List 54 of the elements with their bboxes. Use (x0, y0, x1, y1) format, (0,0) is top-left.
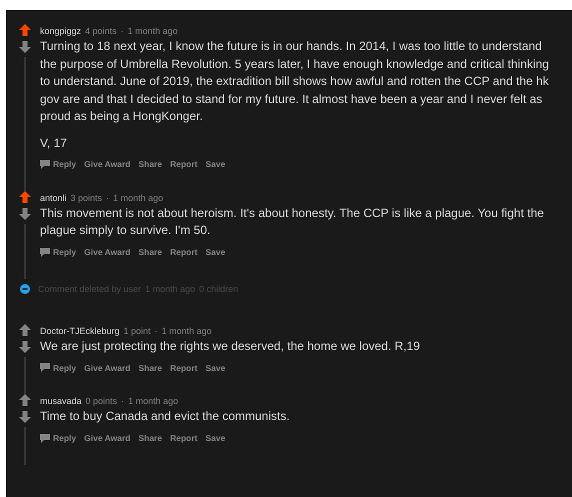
separator-dot: · (120, 25, 124, 38)
action-button[interactable]: Report (170, 432, 198, 444)
action-button[interactable]: Share (138, 362, 162, 374)
points-label: 1 point (124, 325, 151, 338)
timestamp: 1 month ago (128, 25, 178, 38)
separator-dot: · (106, 192, 110, 205)
points-label: 4 points (85, 25, 117, 38)
upvote-icon[interactable] (19, 24, 31, 37)
comment-text: V, 17 (40, 134, 68, 152)
username[interactable]: Doctor-TJEckleburg (40, 324, 120, 338)
reply-button[interactable]: Reply (40, 246, 76, 258)
action-button[interactable]: Report (170, 362, 198, 374)
downvote-icon[interactable] (19, 411, 31, 424)
action-button[interactable]: Give Award (84, 362, 130, 374)
username[interactable]: antonli (40, 190, 67, 205)
timestamp: 1 month ago (113, 192, 164, 205)
action-button[interactable]: Share (138, 246, 162, 258)
username[interactable]: musavada (40, 394, 82, 408)
reply-button[interactable]: Reply (40, 362, 76, 374)
upvote-icon[interactable] (19, 324, 31, 337)
action-button[interactable]: Save (205, 158, 226, 171)
action-button[interactable]: Give Award (84, 158, 130, 171)
speech-bubble-icon (40, 160, 50, 169)
action-button[interactable]: Report (170, 158, 198, 171)
expand-icon[interactable] (20, 284, 30, 294)
comment-text: Turning to 18 next year, I know the future is in our hands. In 2014, I was too little to understand the purpose of Umbrella Revolution. 5 years later, I have enough knowledge and critical thinking to understand. June of 2019, the extradition bill shows how awful and rotten the CCP and the hk gov are and that I decided to stand for my future. It almost have been a year and I never felt as proud as being a HongKonger. (40, 38, 550, 125)
speech-bubble-icon (40, 248, 50, 257)
downvote-icon[interactable] (19, 341, 31, 354)
separator-dot: · (154, 325, 158, 338)
points-label: 0 points (86, 395, 118, 408)
comment-text: Time to buy Canada and evict the communists. (40, 408, 291, 426)
downvote-icon[interactable] (19, 208, 31, 221)
upvote-icon[interactable] (19, 190, 31, 204)
action-button[interactable]: Save (205, 432, 226, 444)
action-button[interactable]: Share (138, 432, 162, 444)
action-button[interactable]: Save (205, 362, 226, 374)
username[interactable]: kongpiggz (40, 24, 82, 38)
comment-text: We are just protecting the rights we deserved, the home we loved. R,19 (40, 338, 421, 355)
speech-bubble-icon (40, 434, 50, 443)
speech-bubble-icon (40, 363, 50, 372)
action-button[interactable]: Give Award (84, 246, 130, 258)
action-button[interactable]: Give Award (84, 432, 130, 444)
downvote-icon[interactable] (19, 41, 31, 54)
comment-text: This movement is not about heroism. It's about honesty. The CCP is like a plague. You fight the plague simply to survive. I'm 50. (40, 204, 545, 240)
reply-button[interactable]: Reply (40, 432, 76, 444)
timestamp: 1 month ago (162, 325, 212, 338)
action-button[interactable]: Share (138, 158, 162, 171)
action-button[interactable]: Save (205, 246, 226, 258)
separator-dot: · (121, 395, 124, 408)
upvote-icon[interactable] (19, 394, 31, 408)
action-button[interactable]: Report (170, 246, 198, 258)
reply-button[interactable]: Reply (40, 158, 76, 171)
points-label: 3 points (70, 192, 102, 205)
timestamp: 1 month ago (128, 395, 178, 408)
